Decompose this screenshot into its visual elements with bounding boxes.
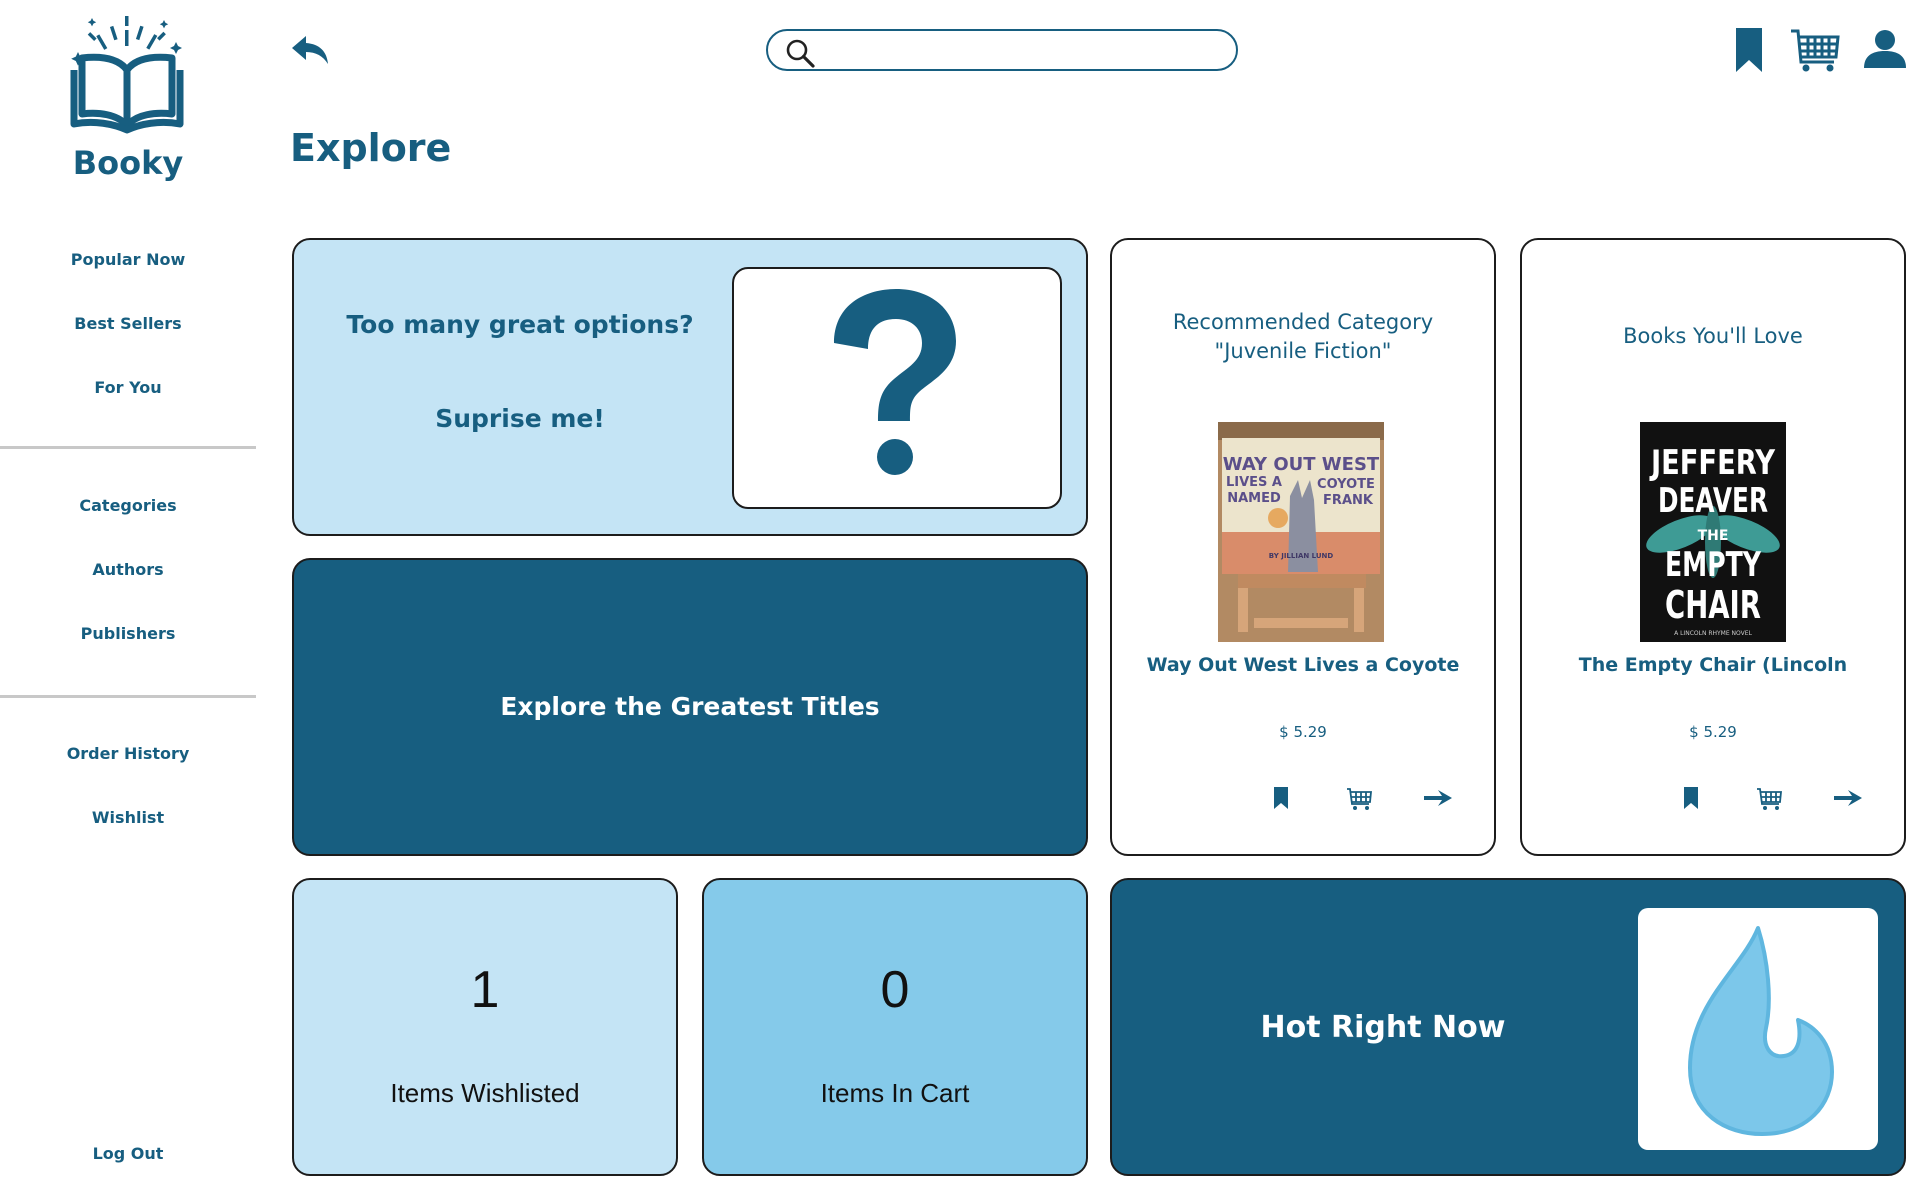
bookmark-icon [1736, 28, 1762, 72]
view-book-button[interactable] [1424, 787, 1452, 814]
wishlist-count: 1 [470, 961, 500, 1019]
add-to-wishlist-button[interactable] [1684, 787, 1698, 814]
app-name: Booky [72, 144, 184, 182]
cover-text: BY JILLIAN LUND [1269, 552, 1334, 560]
book-cover[interactable]: JEFFERY DEAVER THE EMPTY CHAIR A LINCOLN… [1640, 422, 1786, 642]
cover-text: COYOTE [1317, 477, 1375, 492]
arrow-right-icon [1424, 790, 1452, 806]
surprise-me-link[interactable]: Suprise me! [294, 404, 746, 433]
back-arrow-icon [292, 36, 328, 64]
cart-button[interactable] [1790, 28, 1840, 79]
book-price: $ 5.29 [1279, 723, 1327, 741]
sidebar-item-for-you[interactable]: For You [0, 378, 256, 397]
sidebar-item-categories[interactable]: Categories [0, 496, 256, 515]
cover-text: THE [1698, 528, 1729, 544]
cover-text: NAMED [1227, 491, 1281, 506]
add-to-cart-button[interactable] [1346, 787, 1372, 816]
sidebar-divider [0, 695, 256, 698]
cart-icon [1347, 788, 1372, 810]
cover-text: WAY OUT WEST [1223, 454, 1380, 475]
recommended-category-card[interactable]: Recommended Category "Juvenile Fiction" … [1110, 238, 1496, 856]
cart-icon [1757, 788, 1782, 810]
search-bar[interactable] [766, 29, 1238, 71]
view-book-button[interactable] [1834, 787, 1862, 814]
sidebar: Booky Popular Now Best Sellers For You C… [0, 0, 256, 1199]
page-title: Explore [290, 126, 452, 170]
book-title[interactable]: Way Out West Lives a Coyote [1112, 654, 1494, 676]
books-youll-love-heading: Books You'll Love [1623, 324, 1803, 348]
account-button[interactable] [1864, 28, 1906, 75]
surprise-me-card[interactable]: Too many great options? Suprise me! [292, 238, 1088, 536]
logo[interactable]: Booky [60, 14, 196, 182]
arrow-right-icon [1834, 790, 1862, 806]
sidebar-divider [0, 446, 256, 449]
hot-right-now-card[interactable]: Hot Right Now [1110, 878, 1906, 1176]
book-price: $ 5.29 [1689, 723, 1737, 741]
add-to-wishlist-button[interactable] [1274, 787, 1288, 814]
sidebar-item-publishers[interactable]: Publishers [0, 624, 256, 643]
sidebar-item-order-history[interactable]: Order History [0, 744, 256, 763]
explore-titles-label: Explore the Greatest Titles [500, 692, 880, 721]
cover-text: CHAIR [1665, 583, 1761, 627]
add-to-cart-button[interactable] [1756, 787, 1782, 816]
cover-text: JEFFERY [1649, 443, 1775, 483]
wishlist-count-card[interactable]: 1 Items Wishlisted [292, 878, 678, 1176]
hot-right-now-label: Hot Right Now [1260, 1010, 1506, 1045]
search-input[interactable] [824, 37, 1224, 63]
wishlist-button[interactable] [1734, 28, 1764, 77]
surprise-prompt: Too many great options? [346, 310, 694, 339]
sidebar-item-popular-now[interactable]: Popular Now [0, 250, 256, 269]
sidebar-item-authors[interactable]: Authors [0, 560, 256, 579]
sidebar-item-best-sellers[interactable]: Best Sellers [0, 314, 256, 333]
cover-text: EMPTY [1665, 545, 1761, 585]
question-mark-tile [732, 267, 1062, 509]
cover-text: A LINCOLN RHYME NOVEL [1674, 630, 1752, 637]
cover-text: FRANK [1323, 493, 1374, 508]
book-title[interactable]: The Empty Chair (Lincoln [1522, 654, 1904, 676]
cart-icon [1791, 29, 1840, 72]
flame-icon [1688, 926, 1834, 1136]
explore-titles-card[interactable]: Explore the Greatest Titles [292, 558, 1088, 856]
recommended-category-name: "Juvenile Fiction" [1214, 339, 1392, 363]
books-youll-love-card[interactable]: Books You'll Love JEFFERY DEAVER THE EMP… [1520, 238, 1906, 856]
sidebar-item-wishlist[interactable]: Wishlist [0, 808, 256, 827]
logout-button[interactable]: Log Out [0, 1144, 256, 1163]
flame-tile [1638, 908, 1878, 1150]
book-cover[interactable]: WAY OUT WEST LIVES A COYOTE NAMED FRANK … [1218, 422, 1384, 642]
wishlist-count-label: Items Wishlisted [390, 1078, 580, 1108]
cover-text: DEAVER [1658, 481, 1768, 521]
user-icon [1864, 30, 1906, 68]
back-button[interactable] [290, 34, 332, 68]
cart-count-card[interactable]: 0 Items In Cart [702, 878, 1088, 1176]
book-logo-icon [70, 16, 184, 134]
cart-count-label: Items In Cart [820, 1078, 970, 1108]
bookmark-icon [1684, 787, 1698, 809]
question-mark-icon [834, 289, 956, 475]
cover-text: LIVES A [1226, 475, 1282, 490]
cart-count: 0 [880, 961, 910, 1019]
recommended-category-heading: Recommended Category [1172, 310, 1434, 334]
bookmark-icon [1274, 787, 1288, 809]
search-icon [786, 39, 815, 68]
